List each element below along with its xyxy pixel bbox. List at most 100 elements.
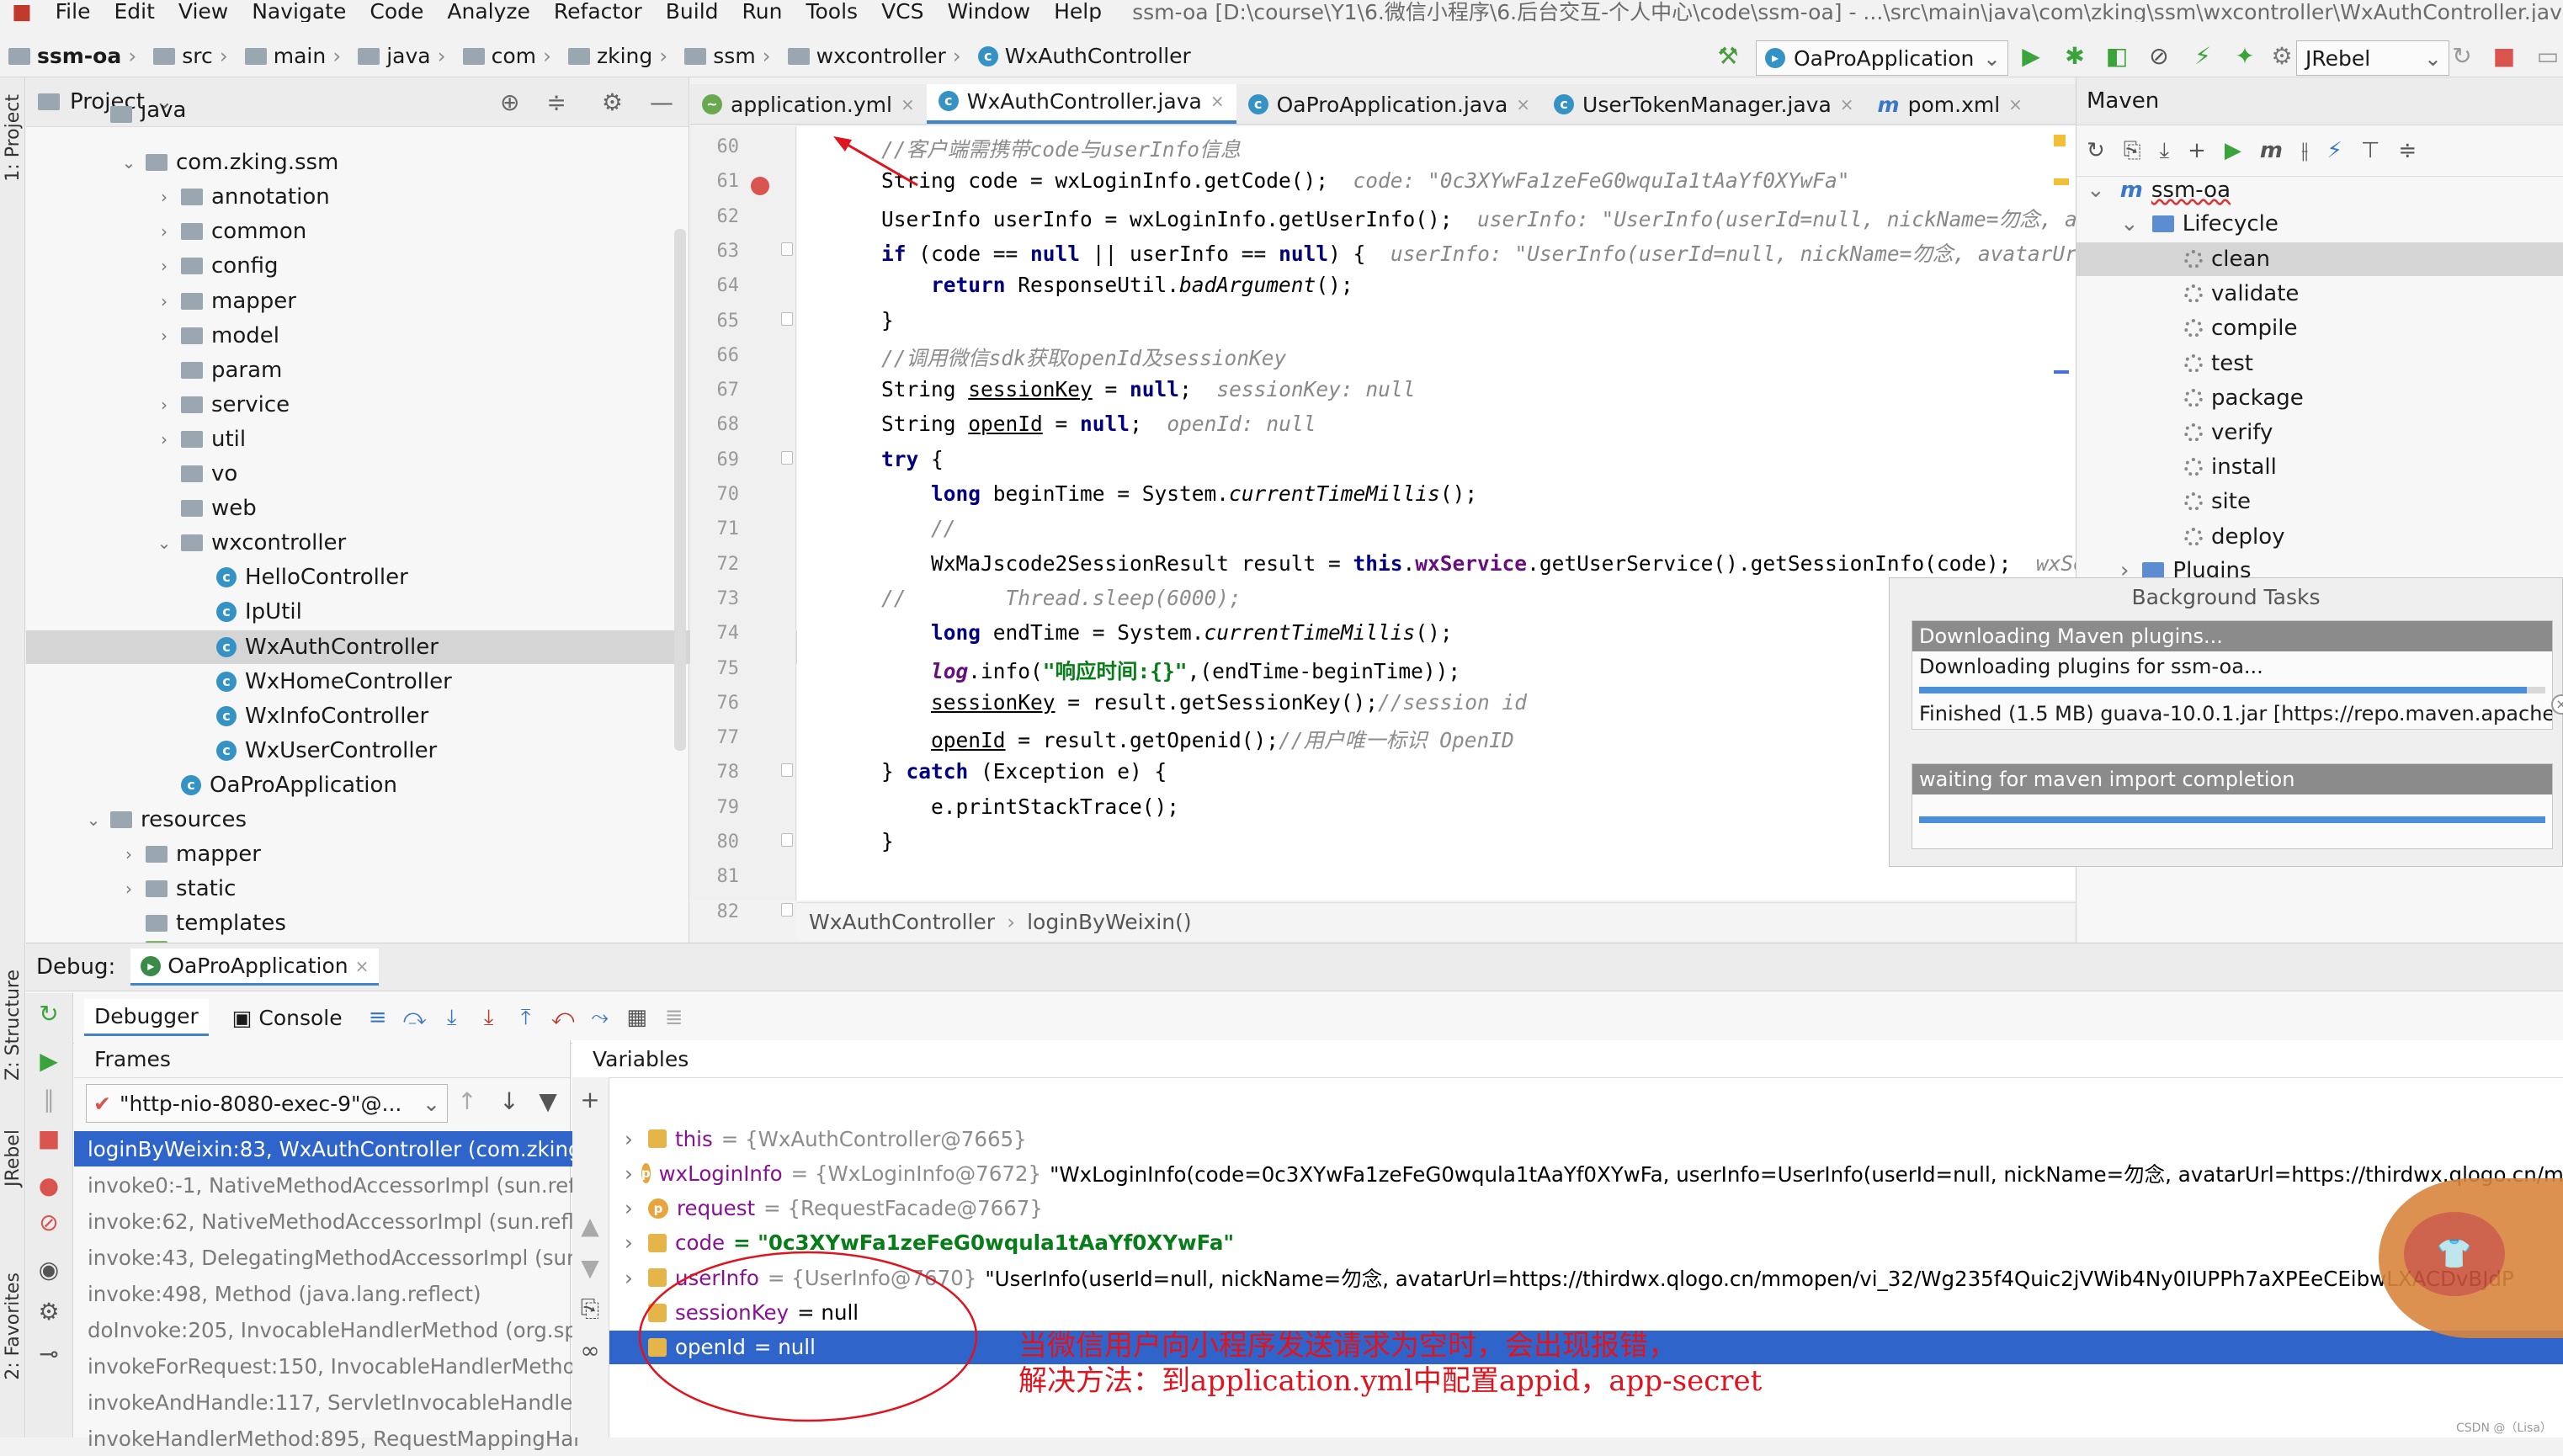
toggle-offline-icon[interactable]: ⫲ — [2301, 138, 2308, 164]
download-icon[interactable]: ⤓ — [2160, 138, 2170, 164]
profile-icon[interactable]: ⊘ — [2145, 42, 2173, 71]
pause-icon[interactable]: ∥ — [35, 1086, 63, 1114]
more-icon[interactable]: ▭ — [2534, 42, 2562, 71]
maven-goal[interactable]: install — [2076, 450, 2563, 484]
maven-goal[interactable]: verify — [2076, 416, 2563, 449]
breadcrumb-item[interactable]: src › — [145, 44, 237, 68]
camera-icon[interactable]: ◉ — [35, 1256, 63, 1284]
tree-item[interactable]: java — [26, 104, 733, 123]
breadcrumb-class[interactable]: WxAuthController — [809, 910, 995, 934]
variable-row[interactable]: › p request = {RequestFacade@7667} — [609, 1192, 2563, 1225]
debug-icon[interactable]: ✱ — [2061, 42, 2089, 71]
chevron-right-icon[interactable]: › — [120, 844, 137, 864]
maven-goal[interactable]: test — [2076, 347, 2563, 380]
jrebel-debug-icon[interactable]: ✦ — [2231, 42, 2259, 71]
code-line[interactable]: if (sessionKey == null || openId == null… — [881, 899, 1812, 901]
skip-tests-icon[interactable]: ⚡ — [2326, 138, 2342, 163]
tree-item[interactable]: ⌄ resources — [26, 803, 733, 837]
fold-marker-icon[interactable] — [781, 902, 793, 917]
run-icon[interactable]: ▶ — [2225, 138, 2241, 163]
stop-icon[interactable]: ■ — [35, 1124, 63, 1153]
tree-item[interactable]: vo — [26, 457, 804, 491]
cancel-task-icon[interactable]: × — [2551, 694, 2563, 715]
run-to-cursor-icon[interactable]: ⤳ — [588, 1005, 612, 1031]
fold-marker-icon[interactable] — [781, 763, 793, 778]
favorites-tool-tab[interactable]: 2: Favorites — [3, 1273, 24, 1380]
chevron-down-icon[interactable]: ⌄ — [2087, 178, 2105, 203]
breadcrumb-method[interactable]: loginByWeixin() — [1027, 910, 1192, 934]
close-icon[interactable]: × — [355, 956, 370, 976]
menu-item[interactable]: Build — [666, 0, 719, 22]
editor-stripe-marker[interactable] — [2054, 370, 2069, 374]
breadcrumb-item[interactable]: com › — [455, 44, 560, 68]
jrebel-run-icon[interactable]: ⚡ — [2188, 42, 2217, 71]
chevron-right-icon[interactable]: › — [156, 187, 173, 207]
code-line[interactable]: //客户端需携带code与userInfo信息 — [881, 134, 1241, 163]
chevron-right-icon[interactable]: › — [625, 1196, 640, 1220]
maven-project-root[interactable]: ⌄ m ssm-oa — [2076, 173, 2563, 207]
chevron-right-icon[interactable]: › — [625, 1161, 633, 1186]
menu-item[interactable]: Code — [370, 0, 423, 22]
tree-item[interactable]: › common — [26, 215, 804, 248]
menu-item[interactable]: Navigate — [252, 0, 346, 22]
menu-item[interactable]: Refactor — [554, 0, 642, 22]
step-over-icon[interactable]: ⤓ — [440, 1005, 464, 1031]
menu-item[interactable]: File — [56, 0, 91, 22]
stack-frame[interactable]: invoke:62, NativeMethodAccessorImpl (sun… — [74, 1204, 582, 1239]
code-editor[interactable]: //客户端需携带code与userInfo信息 String code = wxL… — [797, 126, 2076, 901]
drop-frame-icon[interactable]: ⤺ — [551, 1005, 575, 1031]
stack-frame[interactable]: doInvoke:205, InvocableHandlerMethod (or… — [74, 1312, 582, 1347]
chevron-down-icon[interactable]: ⌄ — [156, 533, 173, 553]
reload-icon[interactable]: ↻ — [2087, 138, 2105, 163]
stop-icon[interactable]: ■ — [2490, 42, 2518, 71]
menu-item[interactable]: Analyze — [447, 0, 530, 22]
fold-marker-icon[interactable] — [781, 450, 793, 465]
menu-item[interactable]: Tools — [806, 0, 858, 22]
variable-row[interactable]: › this = {WxAuthController@7665} — [609, 1122, 2563, 1156]
step-into-icon[interactable]: ⤓ — [477, 1005, 501, 1031]
maven-goal[interactable]: package — [2076, 381, 2563, 415]
menu-item[interactable]: Edit — [114, 0, 154, 22]
next-frame-icon[interactable]: ↓ — [495, 1087, 524, 1116]
tree-item[interactable]: › config — [26, 249, 804, 283]
pin-icon[interactable]: ⊸ — [35, 1340, 63, 1368]
tree-item[interactable]: ⌄ wxcontroller — [26, 526, 804, 560]
project-scrollbar[interactable] — [674, 229, 686, 751]
code-line[interactable]: log.info("响应时间:{}",(endTime-beginTime)); — [881, 656, 1460, 685]
breadcrumb-item[interactable]: zking › — [560, 44, 676, 68]
generate-sources-icon[interactable]: ⎘ — [2124, 138, 2141, 164]
breadcrumb-item[interactable]: c WxAuthController — [970, 44, 1199, 68]
tree-item[interactable]: web — [26, 492, 804, 525]
move-up-icon[interactable]: ▲ — [576, 1212, 604, 1241]
code-line[interactable]: try { — [881, 447, 944, 471]
menu-item[interactable]: View — [178, 0, 228, 22]
jrebel-select[interactable]: JRebel ⌄ — [2296, 40, 2449, 76]
code-line[interactable]: } — [881, 308, 894, 332]
show-dependencies-icon[interactable]: ⊤ — [2361, 138, 2380, 163]
code-line[interactable]: //调用微信sdk获取openId及sessionKey — [881, 343, 1286, 372]
code-line[interactable]: if (code == null || userInfo == null) { … — [881, 238, 2076, 268]
menu-item[interactable]: VCS — [881, 0, 923, 22]
chevron-right-icon[interactable]: › — [156, 221, 173, 242]
warning-marker-icon[interactable] — [2054, 135, 2066, 146]
menu-item[interactable]: Run — [742, 0, 783, 22]
run-configuration-select[interactable]: ▸ OaProApplication ⌄ — [1756, 40, 2008, 76]
close-icon[interactable]: × — [901, 94, 915, 114]
coverage-icon[interactable]: ◧ — [2103, 42, 2131, 71]
editor-tab[interactable]: m pom.xml × — [1866, 85, 2034, 124]
avatar-widget[interactable]: 👕 — [2379, 1178, 2563, 1338]
maven-goal[interactable]: site — [2076, 485, 2563, 518]
stack-frame[interactable]: invoke:43, DelegatingMethodAccessorImpl … — [74, 1240, 582, 1275]
maven-goal-icon[interactable]: m — [2260, 138, 2283, 163]
code-line[interactable]: String code = wxLoginInfo.getCode(); cod… — [881, 168, 1850, 193]
resume-icon[interactable]: ▶ — [35, 1047, 63, 1076]
stack-frame[interactable]: invoke:498, Method (java.lang.reflect) — [74, 1276, 582, 1311]
stack-frame[interactable]: invokeHandlerMethod:895, RequestMappingH… — [74, 1421, 582, 1456]
show-execution-point-icon[interactable]: ⤼ — [403, 1005, 427, 1031]
close-icon[interactable]: × — [1840, 94, 1854, 114]
close-icon[interactable]: × — [1516, 94, 1530, 114]
stack-frame[interactable]: loginByWeixin:83, WxAuthController (com.… — [74, 1131, 582, 1166]
tree-item[interactable]: › service — [26, 388, 804, 422]
code-line[interactable]: long beginTime = System.currentTimeMilli… — [881, 481, 1477, 506]
breadcrumb-item[interactable]: ssm › — [676, 44, 779, 68]
